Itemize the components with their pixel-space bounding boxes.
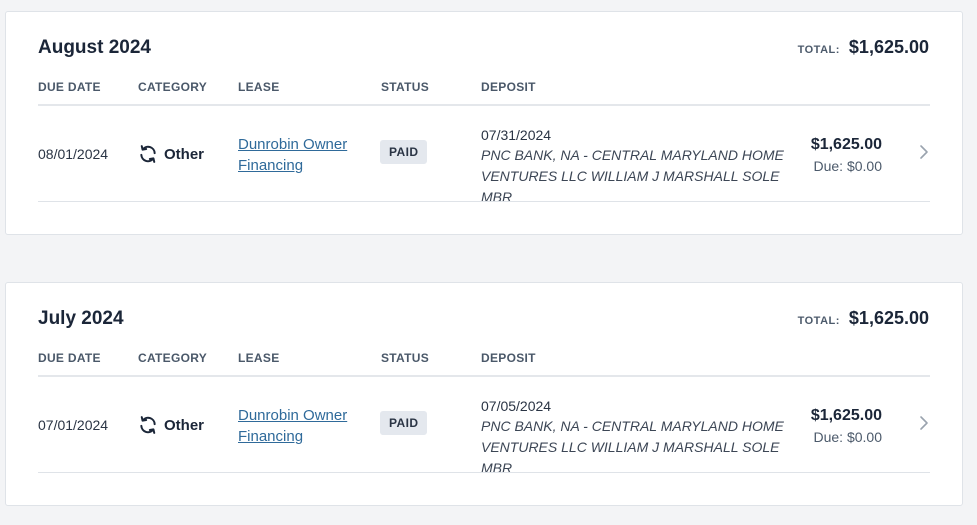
- status-badge: PAID: [380, 140, 428, 164]
- page: { "columns": { "due_date": "DUE DATE", "…: [0, 0, 977, 525]
- deposit-date: 07/05/2024: [481, 398, 552, 414]
- month-total: TOTAL: $1,625.00: [798, 37, 929, 58]
- deposit-date: 07/31/2024: [481, 127, 552, 143]
- month-total: TOTAL: $1,625.00: [798, 308, 929, 329]
- deposit-description-line1: PNC BANK, NA - CENTRAL MARYLAND HOME: [481, 418, 784, 434]
- status-badge: PAID: [380, 411, 428, 435]
- column-header-status: STATUS: [381, 80, 430, 94]
- lease-link-line1: Dunrobin Owner: [238, 136, 348, 153]
- lease-link[interactable]: Dunrobin Owner Financing: [238, 405, 363, 447]
- category: Other: [138, 415, 204, 435]
- lease-link-line2: Financing: [238, 157, 304, 174]
- refresh-icon: [140, 416, 156, 434]
- chevron-right-icon[interactable]: [919, 144, 929, 160]
- due-date: 08/01/2024: [38, 146, 109, 162]
- month-title: August 2024: [38, 37, 151, 58]
- category: Other: [138, 144, 204, 164]
- column-header-due-date: DUE DATE: [38, 351, 101, 365]
- month-title: July 2024: [38, 308, 124, 329]
- amount-due: Due: $0.00: [813, 158, 883, 174]
- payment-row[interactable]: 08/01/2024 Other Dunrobin Owner Financin…: [6, 106, 962, 205]
- column-header-deposit: DEPOSIT: [481, 80, 536, 94]
- column-header-deposit: DEPOSIT: [481, 351, 536, 365]
- due-date: 07/01/2024: [38, 417, 109, 433]
- lease-link[interactable]: Dunrobin Owner Financing: [238, 134, 363, 176]
- total-value: $1,625.00: [848, 308, 929, 328]
- amount: $1,625.00 Due: $0.00: [811, 405, 882, 448]
- chevron-right-icon[interactable]: [919, 415, 929, 431]
- payment-row[interactable]: 07/01/2024 Other Dunrobin Owner Financin…: [6, 377, 962, 476]
- row-divider: [38, 201, 930, 202]
- column-header-category: CATEGORY: [138, 351, 208, 365]
- total-label: TOTAL:: [797, 315, 840, 327]
- column-header-status: STATUS: [381, 351, 430, 365]
- category-label: Other: [164, 145, 205, 163]
- deposit-info: 07/31/2024 PNC BANK, NA - CENTRAL MARYLA…: [481, 125, 791, 208]
- lease-link-line2: Financing: [238, 428, 304, 445]
- total-value: $1,625.00: [848, 37, 929, 57]
- column-header-lease: LEASE: [238, 80, 280, 94]
- column-header-due-date: DUE DATE: [38, 80, 101, 94]
- amount: $1,625.00 Due: $0.00: [811, 134, 882, 177]
- lease-link-line1: Dunrobin Owner: [238, 407, 348, 424]
- column-header-lease: LEASE: [238, 351, 280, 365]
- amount-paid: $1,625.00: [810, 407, 882, 424]
- deposit-description-line1: PNC BANK, NA - CENTRAL MARYLAND HOME: [481, 147, 784, 163]
- month-card-august-2024: August 2024 TOTAL: $1,625.00 DUE DATE CA…: [5, 11, 963, 235]
- refresh-icon: [140, 145, 156, 163]
- row-divider: [38, 472, 930, 473]
- column-header-category: CATEGORY: [138, 80, 208, 94]
- month-card-july-2024: July 2024 TOTAL: $1,625.00 DUE DATE CATE…: [5, 282, 963, 506]
- category-label: Other: [164, 416, 205, 434]
- deposit-info: 07/05/2024 PNC BANK, NA - CENTRAL MARYLA…: [481, 396, 791, 479]
- amount-paid: $1,625.00: [810, 136, 882, 153]
- amount-due: Due: $0.00: [813, 429, 883, 445]
- total-label: TOTAL:: [797, 44, 840, 56]
